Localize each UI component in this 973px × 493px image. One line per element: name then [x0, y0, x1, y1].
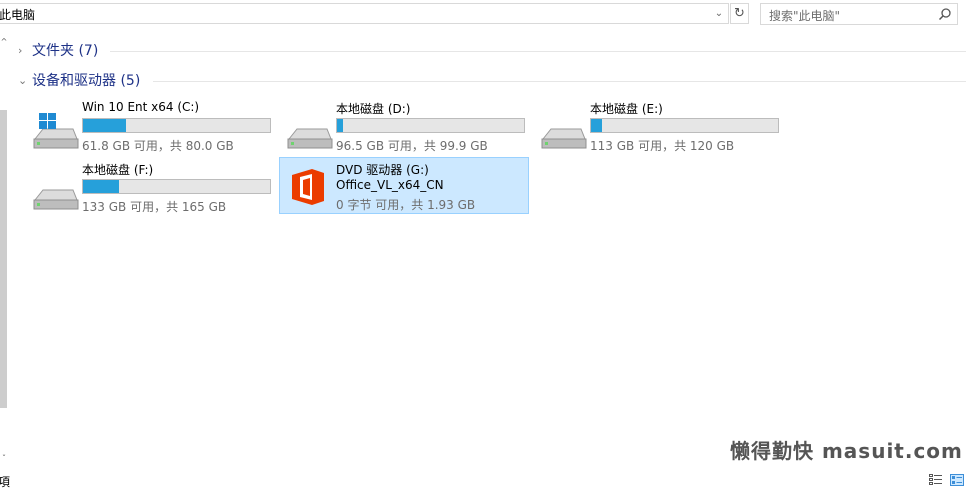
chevron-down-icon[interactable]: ⌄: [18, 74, 30, 87]
capacity-bar: [82, 118, 271, 133]
capacity-fill: [591, 119, 602, 132]
group-divider: [110, 51, 966, 52]
drive-capacity-text: 113 GB 可用，共 120 GB: [590, 139, 735, 153]
drive-name: DVD 驱动器 (G:): [336, 163, 429, 177]
scroll-up-arrow[interactable]: ^: [0, 37, 8, 47]
drive-volume-label: Office_VL_x64_CN: [336, 178, 444, 192]
drive-name: 本地磁盘 (E:): [590, 102, 663, 116]
drive-capacity-text: 61.8 GB 可用，共 80.0 GB: [82, 139, 234, 153]
windows-drive-icon: [33, 113, 79, 149]
details-view-icon[interactable]: [929, 474, 943, 486]
watermark: 懒得勤快 masuit.com: [730, 439, 963, 463]
tiles-view-icon[interactable]: [950, 474, 964, 486]
capacity-fill: [337, 119, 344, 132]
address-path: 此电脑: [0, 8, 36, 22]
capacity-fill: [83, 119, 126, 132]
chevron-down-icon[interactable]: ⌄: [712, 6, 726, 21]
capacity-bar: [590, 118, 779, 133]
hard-drive-icon: [541, 128, 587, 149]
drive-capacity-text: 0 字节 可用，共 1.93 GB: [336, 198, 476, 212]
capacity-fill: [83, 180, 120, 193]
capacity-bar: [336, 118, 525, 133]
hard-drive-icon: [33, 189, 79, 210]
refresh-icon[interactable]: ↻: [730, 3, 749, 24]
status-item-count: 項: [0, 475, 11, 489]
search-input[interactable]: 搜索"此电脑": [760, 3, 958, 25]
group-divider: [153, 81, 966, 82]
address-bar[interactable]: 此电脑 ⌄: [0, 3, 729, 24]
chevron-right-icon[interactable]: ›: [18, 44, 30, 57]
search-icon[interactable]: [938, 7, 952, 21]
scrollbar-thumb[interactable]: [0, 110, 7, 408]
drive-capacity-text: 133 GB 可用，共 165 GB: [82, 200, 227, 214]
capacity-bar: [82, 179, 271, 194]
group-folders[interactable]: › 文件夹 (7): [18, 41, 98, 59]
search-placeholder: 搜索"此电脑": [769, 9, 841, 23]
scroll-down-arrow[interactable]: ˇ: [0, 454, 8, 464]
drive-name: 本地磁盘 (F:): [82, 163, 154, 177]
drive-name: 本地磁盘 (D:): [336, 102, 411, 116]
drive-capacity-text: 96.5 GB 可用，共 99.9 GB: [336, 139, 488, 153]
drive-name: Win 10 Ent x64 (C:): [82, 100, 200, 114]
drive-c[interactable]: Win 10 Ent x64 (C:) 61.8 GB 可用，共 80.0 GB: [23, 97, 273, 154]
group-devices[interactable]: ⌄ 设备和驱动器 (5): [18, 71, 140, 89]
hard-drive-icon: [287, 128, 333, 149]
drive-e[interactable]: 本地磁盘 (E:) 113 GB 可用，共 120 GB: [531, 97, 781, 154]
drive-f[interactable]: 本地磁盘 (F:) 133 GB 可用，共 165 GB: [23, 158, 273, 215]
drive-g-dvd[interactable]: DVD 驱动器 (G:) Office_VL_x64_CN 0 字节 可用，共 …: [279, 157, 529, 214]
group-folders-title: 文件夹 (7): [32, 43, 99, 59]
drive-d[interactable]: 本地磁盘 (D:) 96.5 GB 可用，共 99.9 GB: [277, 97, 527, 154]
group-devices-title: 设备和驱动器 (5): [32, 73, 141, 89]
office-logo-icon: [292, 169, 324, 205]
